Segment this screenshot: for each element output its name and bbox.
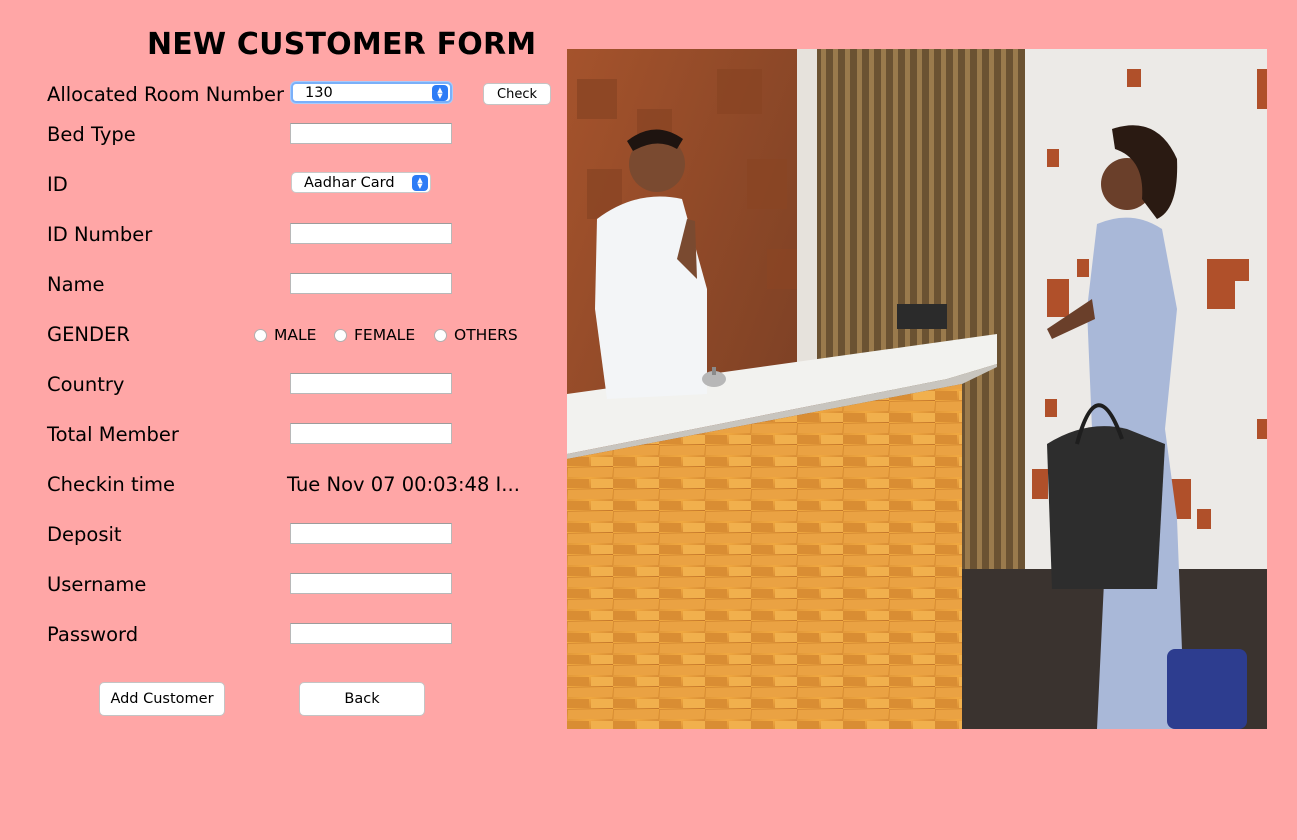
radio-label: FEMALE — [354, 326, 416, 344]
radio-circle-icon — [254, 328, 267, 342]
country-input[interactable] — [290, 373, 452, 394]
total-member-label: Total Member — [47, 423, 179, 446]
country-label: Country — [47, 373, 125, 396]
gender-radio-female[interactable]: FEMALE — [334, 326, 415, 344]
id-type-value: Aadhar Card — [304, 174, 395, 191]
bed-type-input[interactable] — [290, 123, 452, 144]
room-number-select[interactable]: 130 ▲ ▼ — [291, 82, 452, 103]
password-label: Password — [47, 623, 139, 646]
gender-label: GENDER — [47, 323, 130, 346]
radio-circle-icon — [334, 328, 347, 342]
form-title: NEW CUSTOMER FORM — [147, 27, 537, 62]
select-arrows-icon: ▲ ▼ — [432, 84, 448, 101]
checkin-time-value: Tue Nov 07 00:03:48 I... — [287, 473, 520, 496]
bed-type-label: Bed Type — [47, 123, 136, 146]
radio-circle-icon — [434, 328, 447, 342]
hotel-reception-photo — [567, 49, 1267, 729]
gender-radio-others[interactable]: OTHERS — [434, 326, 518, 344]
id-label: ID — [47, 173, 68, 196]
id-type-select[interactable]: Aadhar Card ▲ ▼ — [291, 172, 431, 193]
id-number-label: ID Number — [47, 223, 153, 246]
select-arrows-icon: ▲ ▼ — [412, 174, 428, 191]
radio-label: OTHERS — [454, 326, 518, 344]
total-member-input[interactable] — [290, 423, 452, 444]
radio-label: MALE — [274, 326, 317, 344]
id-number-input[interactable] — [290, 223, 452, 244]
room-number-value: 130 — [305, 84, 333, 101]
check-button[interactable]: Check — [483, 83, 551, 105]
back-button[interactable]: Back — [299, 682, 425, 716]
gender-radio-male[interactable]: MALE — [254, 326, 316, 344]
add-customer-button[interactable]: Add Customer — [99, 682, 225, 716]
name-input[interactable] — [290, 273, 452, 294]
deposit-label: Deposit — [47, 523, 122, 546]
checkin-label: Checkin time — [47, 473, 176, 496]
room-label: Allocated Room Number — [47, 83, 285, 106]
name-label: Name — [47, 273, 105, 296]
username-label: Username — [47, 573, 147, 596]
password-input[interactable] — [290, 623, 452, 644]
deposit-input[interactable] — [290, 523, 452, 544]
username-input[interactable] — [290, 573, 452, 594]
